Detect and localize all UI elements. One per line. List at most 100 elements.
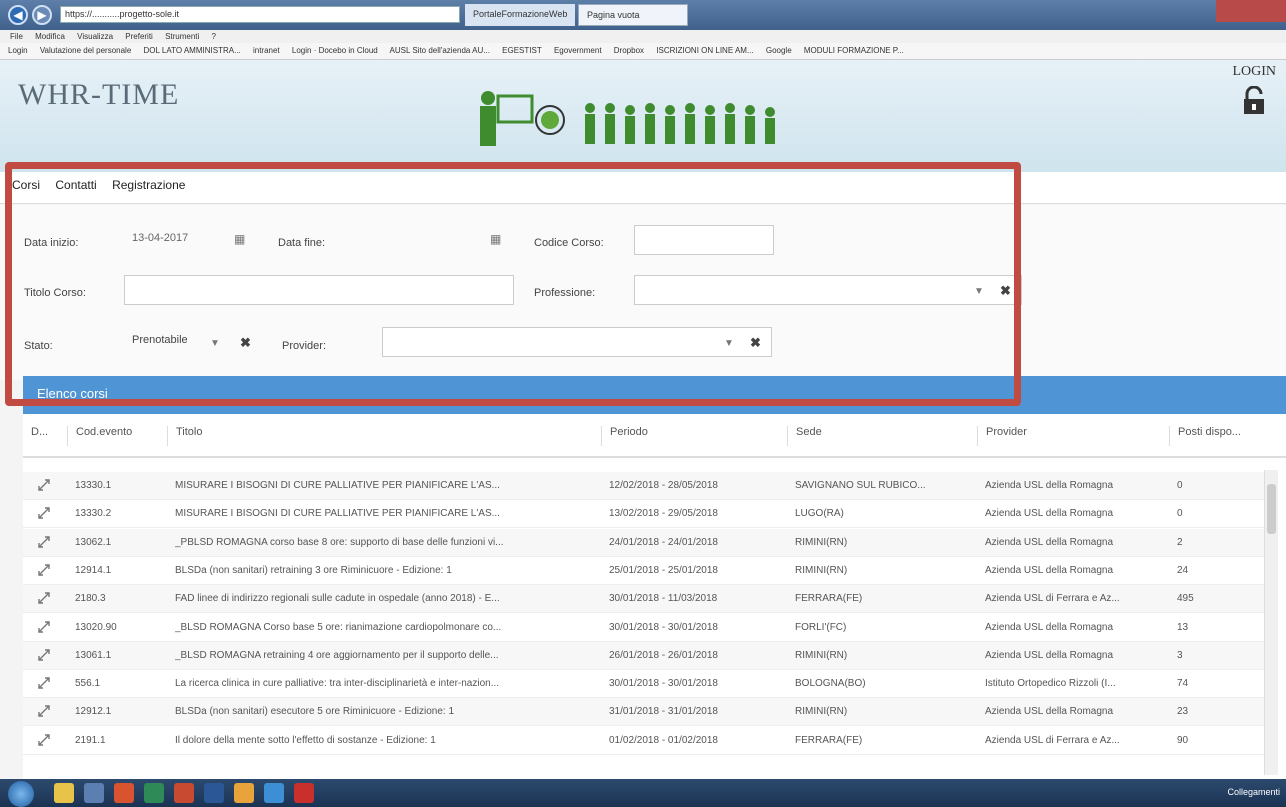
forward-icon[interactable]: ▶ <box>32 5 52 25</box>
taskbar: Collegamenti <box>0 779 1286 807</box>
fav-item[interactable]: EGESTIST <box>502 46 542 55</box>
fav-item[interactable]: ISCRIZIONI ON LINE AM... <box>656 46 753 55</box>
table-row[interactable]: 2180.3 FAD linee di indirizzo regionali s… <box>23 585 1271 614</box>
col-cod-evento[interactable]: Cod.evento <box>67 426 167 446</box>
menu-modifica[interactable]: Modifica <box>35 32 65 41</box>
expand-icon[interactable] <box>37 648 51 662</box>
lock-icon[interactable] <box>1241 86 1267 116</box>
table-cell: 31/01/2018 - 31/01/2018 <box>609 706 718 718</box>
table-cell: Azienda USL di Ferrara e Az... <box>985 734 1120 746</box>
table-cell: Azienda USL della Romagna <box>985 480 1114 491</box>
table-cell: 90 <box>1177 734 1189 746</box>
table-cell: 13 <box>1177 621 1189 633</box>
table-cell: La ricerca clinica in cure palliative: t… <box>175 678 500 690</box>
courses-table: D... Cod.evento Titolo Periodo Sede Prov… <box>23 414 1286 779</box>
table-row[interactable]: 12914.1 BLSDa (non sanitari) retraining 3… <box>23 557 1271 585</box>
table-cell: FAD linee di indirizzo regionali sulle c… <box>175 593 500 605</box>
expand-icon[interactable] <box>37 478 51 492</box>
expand-icon[interactable] <box>37 733 51 747</box>
menu-file[interactable]: File <box>10 32 23 41</box>
fav-item[interactable]: intranet <box>253 46 280 55</box>
address-bar[interactable]: https://...........progetto-sole.it <box>60 6 460 23</box>
col-sede[interactable]: Sede <box>787 426 977 446</box>
table-row[interactable]: 13330.1 MISURARE I BISOGNI DI CURE PALLIA… <box>23 472 1271 500</box>
fav-item[interactable]: MODULI FORMAZIONE P... <box>804 46 904 55</box>
col-provider[interactable]: Provider <box>977 426 1169 446</box>
menu-preferiti[interactable]: Preferiti <box>125 32 153 41</box>
table-cell: FERRARA(FE) <box>795 593 863 605</box>
browser-tab-blank[interactable]: Pagina vuota <box>578 4 688 26</box>
col-posti[interactable]: Posti dispo... <box>1169 426 1269 446</box>
browser-tab-portale[interactable]: PortaleFormazioneWeb <box>465 4 575 26</box>
table-row[interactable]: 13061.1 _BLSD ROMAGNA retraining 4 ore ag… <box>23 641 1271 670</box>
table-cell: RIMINI(RN) <box>795 536 848 548</box>
table-row[interactable]: 13062.1 _PBLSD ROMAGNA corso base 8 ore: … <box>23 528 1271 557</box>
expand-icon[interactable] <box>37 704 51 718</box>
fav-item[interactable]: Google <box>766 46 792 55</box>
back-icon[interactable]: ◀ <box>8 5 28 25</box>
col-d[interactable]: D... <box>23 426 67 446</box>
table-header: D... Cod.evento Titolo Periodo Sede Prov… <box>23 414 1286 458</box>
word-icon[interactable] <box>204 783 224 803</box>
table-row[interactable]: 556.1 La ricerca clinica in cure palliati… <box>23 670 1271 699</box>
scroll-thumb[interactable] <box>1267 484 1276 534</box>
site-logo[interactable]: WHR-TIME <box>18 78 179 112</box>
table-cell: 25/01/2018 - 25/01/2018 <box>609 564 718 576</box>
expand-icon[interactable] <box>37 506 51 520</box>
fav-item[interactable]: Valutazione del personale <box>40 46 131 55</box>
table-cell: 13330.1 <box>75 480 112 491</box>
menu-strumenti[interactable]: Strumenti <box>165 32 199 41</box>
table-cell: Il dolore della mente sotto l'effetto di… <box>175 734 436 746</box>
system-tray[interactable]: Collegamenti <box>1227 787 1280 797</box>
table-row[interactable]: 12912.1 BLSDa (non sanitari) esecutore 5 … <box>23 698 1271 727</box>
table-cell: 26/01/2018 - 26/01/2018 <box>609 649 718 661</box>
highlight-box <box>5 162 1021 406</box>
fav-item[interactable]: Dropbox <box>614 46 644 55</box>
table-cell: SAVIGNANO SUL RUBICO... <box>795 480 926 491</box>
chrome-icon[interactable] <box>114 783 134 803</box>
menu-help[interactable]: ? <box>212 32 216 41</box>
start-button[interactable] <box>8 781 34 807</box>
excel-icon[interactable] <box>144 783 164 803</box>
expand-icon[interactable] <box>37 591 51 605</box>
table-cell: 24/01/2018 - 24/01/2018 <box>609 536 718 548</box>
table-cell: 13061.1 <box>75 649 112 661</box>
table-cell: FORLI'(FC) <box>795 621 847 633</box>
col-titolo[interactable]: Titolo <box>167 426 601 446</box>
login-label[interactable]: LOGIN <box>1232 64 1276 79</box>
fav-item[interactable]: Login <box>8 46 28 55</box>
pdf-icon[interactable] <box>294 783 314 803</box>
window-controls[interactable] <box>1216 0 1286 22</box>
app-icon[interactable] <box>84 783 104 803</box>
table-scrollbar[interactable] <box>1264 470 1278 775</box>
expand-icon[interactable] <box>37 676 51 690</box>
table-cell: Azienda USL di Ferrara e Az... <box>985 593 1120 605</box>
login-link[interactable]: LOGIN <box>1232 64 1276 116</box>
fav-item[interactable]: Login · Docebo in Cloud <box>292 46 378 55</box>
expand-icon[interactable] <box>37 535 51 549</box>
folder-icon[interactable] <box>54 783 74 803</box>
table-cell: Istituto Ortopedico Rizzoli (I... <box>985 678 1116 690</box>
app-icon[interactable] <box>234 783 254 803</box>
table-cell: 30/01/2018 - 30/01/2018 <box>609 621 718 633</box>
fav-item[interactable]: Egovernment <box>554 46 602 55</box>
table-row[interactable]: 2191.1 Il dolore della mente sotto l'effe… <box>23 727 1271 755</box>
menu-visualizza[interactable]: Visualizza <box>77 32 113 41</box>
table-cell: MISURARE I BISOGNI DI CURE PALLIATIVE PE… <box>175 480 500 491</box>
col-periodo[interactable]: Periodo <box>601 426 787 446</box>
table-cell: 30/01/2018 - 30/01/2018 <box>609 678 718 690</box>
powerpoint-icon[interactable] <box>174 783 194 803</box>
fav-item[interactable]: DOL LATO AMMINISTRA... <box>144 46 241 55</box>
expand-icon[interactable] <box>37 620 51 634</box>
table-cell: _BLSD ROMAGNA retraining 4 ore aggiornam… <box>175 649 499 661</box>
table-cell: 12914.1 <box>75 564 112 576</box>
table-row[interactable]: 13020.90 _BLSD ROMAGNA Corso base 5 ore: … <box>23 614 1271 642</box>
ie-icon[interactable] <box>264 783 284 803</box>
table-cell: 74 <box>1177 678 1189 690</box>
table-cell: Azienda USL della Romagna <box>985 564 1114 576</box>
table-cell: RIMINI(RN) <box>795 564 848 576</box>
fav-item[interactable]: AUSL Sito dell'azienda AU... <box>390 46 490 55</box>
expand-icon[interactable] <box>37 563 51 577</box>
table-cell: 2 <box>1177 536 1183 548</box>
table-row[interactable]: 13330.2 MISURARE I BISOGNI DI CURE PALLIA… <box>23 500 1271 529</box>
